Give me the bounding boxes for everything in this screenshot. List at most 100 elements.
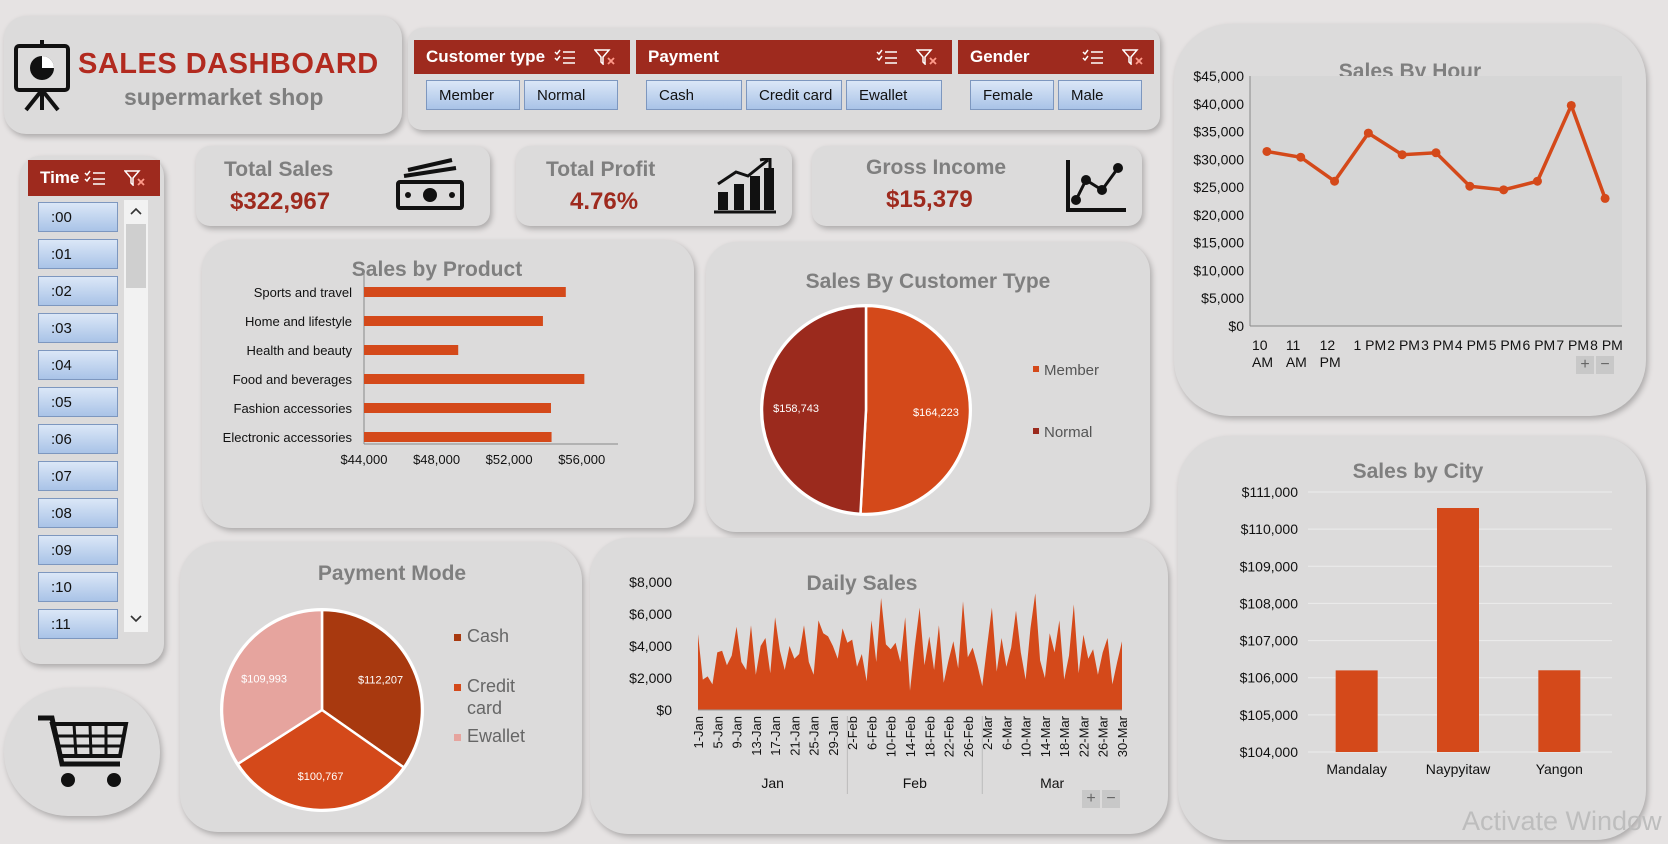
x-tick-label: 6-Feb bbox=[864, 716, 879, 750]
time-slicer-item[interactable]: :08 bbox=[38, 498, 118, 528]
collapse-field-button[interactable]: − bbox=[1596, 356, 1614, 374]
category-label: Health and beauty bbox=[246, 343, 352, 358]
legend-label: Credit card bbox=[467, 676, 515, 718]
time-slicer-item[interactable]: :07 bbox=[38, 461, 118, 491]
y-tick-label: $8,000 bbox=[629, 574, 672, 590]
kpi-value: $322,967 bbox=[230, 188, 331, 215]
y-tick-label: $6,000 bbox=[629, 606, 672, 622]
clear-filter-icon[interactable] bbox=[916, 49, 938, 65]
time-slicer-item[interactable]: :06 bbox=[38, 424, 118, 454]
x-tick-label: Mandalay bbox=[1326, 761, 1387, 777]
slicer-item-credit-card[interactable]: Credit card bbox=[746, 80, 842, 110]
data-point bbox=[1330, 176, 1340, 186]
x-tick-label: 22-Mar bbox=[1076, 715, 1091, 757]
multi-select-icon[interactable] bbox=[876, 49, 898, 65]
multi-select-icon[interactable] bbox=[554, 49, 576, 65]
time-slicer-item[interactable]: :11 bbox=[38, 609, 118, 639]
kpi-value: 4.76% bbox=[570, 188, 639, 215]
time-slicer-label: Time bbox=[40, 168, 80, 187]
line-chart-icon bbox=[1066, 160, 1126, 212]
month-label: Feb bbox=[903, 775, 927, 791]
collapse-field-button[interactable]: − bbox=[1102, 790, 1120, 808]
time-slicer-item[interactable]: :09 bbox=[38, 535, 118, 565]
time-slicer-item[interactable]: :04 bbox=[38, 350, 118, 380]
legend-label: Cash bbox=[467, 626, 509, 646]
expand-field-button[interactable]: + bbox=[1082, 790, 1100, 808]
x-tick-label: AM bbox=[1286, 354, 1307, 370]
x-tick-label: 3 PM bbox=[1421, 337, 1454, 353]
slicer-item-male[interactable]: Male bbox=[1058, 80, 1142, 110]
bar-growth-icon bbox=[714, 158, 776, 214]
multi-select-icon[interactable] bbox=[84, 170, 106, 186]
x-tick-label: 5 PM bbox=[1489, 337, 1522, 353]
data-point bbox=[1397, 150, 1407, 160]
legend-label: Ewallet bbox=[467, 726, 525, 746]
x-tick-label: 17-Jan bbox=[768, 716, 783, 756]
x-tick-label: 14-Feb bbox=[903, 716, 918, 757]
scroll-down-icon[interactable] bbox=[130, 614, 142, 624]
payment-mode-chart: $112,207 $100,767 $109,993 Cash Credit card Ew… bbox=[220, 608, 525, 812]
legend-swatch bbox=[454, 734, 461, 741]
slicer-item-female[interactable]: Female bbox=[970, 80, 1054, 110]
bar bbox=[364, 403, 551, 413]
x-tick-label: $44,000 bbox=[341, 452, 388, 467]
time-slicer-item[interactable]: :03 bbox=[38, 313, 118, 343]
x-tick-label: 18-Mar bbox=[1057, 715, 1072, 757]
slicer-item-normal[interactable]: Normal bbox=[524, 80, 618, 110]
bar bbox=[364, 316, 543, 326]
time-slicer-header: Time bbox=[28, 160, 160, 196]
x-tick-label: 7 PM bbox=[1556, 337, 1589, 353]
time-slicer-item[interactable]: :02 bbox=[38, 276, 118, 306]
month-label: Mar bbox=[1040, 775, 1064, 791]
x-tick-label: 10-Feb bbox=[884, 716, 899, 757]
slicer-item-member[interactable]: Member bbox=[426, 80, 520, 110]
slicer-item-ewallet[interactable]: Ewallet bbox=[846, 80, 942, 110]
y-tick-label: $110,000 bbox=[1241, 521, 1299, 537]
payment-mode-card: Payment Mode $112,207 $100,767 $109,993 Cas… bbox=[180, 542, 582, 832]
legend-label: Member bbox=[1044, 362, 1099, 379]
scroll-up-icon[interactable] bbox=[130, 206, 142, 216]
y-tick-label: $10,000 bbox=[1193, 262, 1244, 278]
bar bbox=[364, 345, 459, 355]
kpi-label: Gross Income bbox=[866, 156, 1007, 179]
scroll-thumb[interactable] bbox=[126, 224, 146, 288]
y-tick-label: $105,000 bbox=[1240, 707, 1299, 723]
x-tick-label: $52,000 bbox=[486, 452, 533, 467]
y-tick-label: $108,000 bbox=[1240, 595, 1299, 611]
time-slicer-item[interactable]: :05 bbox=[38, 387, 118, 417]
expand-field-button[interactable]: + bbox=[1576, 356, 1594, 374]
payment-slicer-header: Payment bbox=[636, 40, 952, 74]
sales-by-hour-card: Sales By Hour $0 $5,000 $10,000 $15,000 $20,… bbox=[1174, 24, 1646, 416]
sales-by-city-card: Sales by City $104,000 $105,000 $106,000 $1… bbox=[1178, 436, 1646, 840]
x-tick-label: Yangon bbox=[1536, 761, 1583, 777]
x-tick-label: 10-Mar bbox=[1019, 715, 1034, 757]
time-slicer-item[interactable]: :01 bbox=[38, 239, 118, 269]
sales-by-product-card: Sales by Product Sports and travel Home a… bbox=[202, 240, 694, 528]
multi-select-icon[interactable] bbox=[1082, 49, 1104, 65]
customer-type-slicer-header: Customer type bbox=[414, 40, 630, 74]
x-tick-label: 1 PM bbox=[1353, 337, 1386, 353]
clear-filter-icon[interactable] bbox=[124, 170, 146, 186]
data-point bbox=[1499, 185, 1509, 195]
x-tick-label: 5-Jan bbox=[710, 716, 725, 749]
kpi-value: $15,379 bbox=[886, 186, 973, 213]
slicer-item-cash[interactable]: Cash bbox=[646, 80, 742, 110]
data-point bbox=[1600, 193, 1610, 203]
y-tick-label: $107,000 bbox=[1240, 633, 1299, 649]
daily-sales-card: Daily Sales $0 $2,000 $4,000 $6,000 $8,000 1-… bbox=[590, 538, 1168, 834]
clear-filter-icon[interactable] bbox=[1122, 49, 1144, 65]
legend-swatch bbox=[1033, 428, 1039, 434]
category-label: Electronic accessories bbox=[223, 430, 353, 445]
legend-swatch bbox=[454, 684, 461, 691]
activation-watermark: Activate Window bbox=[1462, 806, 1662, 836]
time-slicer-scrollbar[interactable] bbox=[124, 200, 148, 632]
data-point bbox=[1431, 148, 1441, 158]
x-tick-label: 14-Mar bbox=[1038, 715, 1053, 757]
data-label: $112,207 bbox=[358, 675, 403, 687]
data-label: $158,743 bbox=[773, 403, 819, 415]
category-label: Home and lifestyle bbox=[245, 314, 352, 329]
time-slicer-item[interactable]: :00 bbox=[38, 202, 118, 232]
time-slicer-item[interactable]: :10 bbox=[38, 572, 118, 602]
clear-filter-icon[interactable] bbox=[594, 49, 616, 65]
x-tick-label: 2 PM bbox=[1387, 337, 1420, 353]
